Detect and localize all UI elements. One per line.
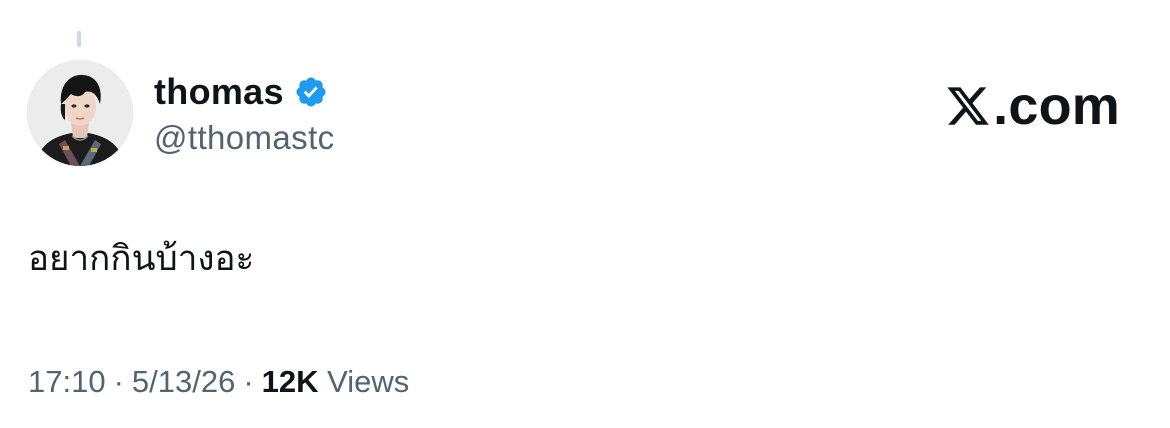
profile-photo-icon <box>27 60 133 166</box>
views-label: Views <box>327 364 410 399</box>
user-handle[interactable]: @tthomastc <box>154 117 335 159</box>
meta-separator: · <box>113 364 124 399</box>
x-com-watermark: .com <box>945 76 1120 136</box>
views-count[interactable]: 12K <box>262 364 319 399</box>
tweet-meta: 17:10 · 5/13/26 · 12K Views <box>28 362 409 402</box>
avatar[interactable] <box>27 60 133 166</box>
verified-badge-icon[interactable] <box>294 75 328 109</box>
tweet-date[interactable]: 5/13/26 <box>132 364 235 399</box>
x-logo-icon <box>947 87 989 125</box>
thread-connector-line <box>77 31 81 47</box>
tweet-text: อยากกินบ้างอะ <box>28 239 255 279</box>
meta-separator: · <box>243 364 254 399</box>
tweet-time[interactable]: 17:10 <box>28 364 106 399</box>
author-name-row[interactable]: thomas <box>154 70 328 114</box>
brand-domain: .com <box>993 76 1120 136</box>
display-name[interactable]: thomas <box>154 70 284 114</box>
